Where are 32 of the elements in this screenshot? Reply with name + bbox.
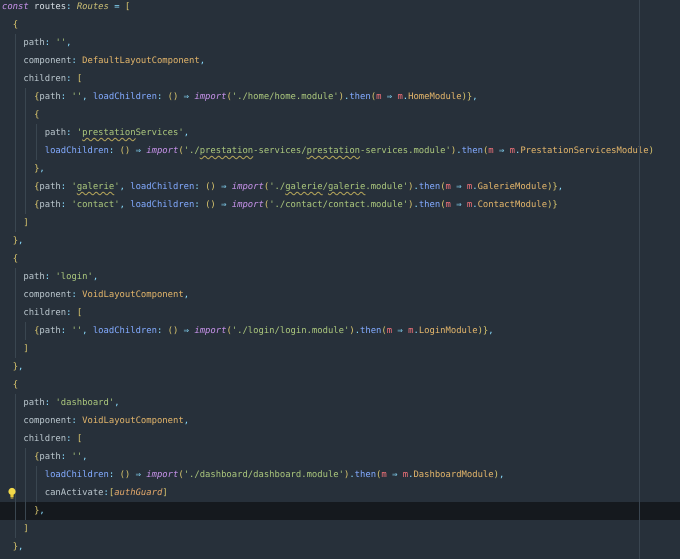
lightbulb-icon[interactable] xyxy=(7,487,17,499)
code-line: {path: '', loadChildren: () ⇒ import('./login/login.module').then(m ⇒ m.LoginModule)}, xyxy=(34,325,494,337)
code-line: { xyxy=(34,109,40,121)
code-line: }, xyxy=(12,361,24,373)
code-line: {path: 'galerie', loadChildren: () ⇒ import('./galerie/galerie.module').then(m ⇒ m.GalerieModule)}, xyxy=(34,181,564,193)
code-line: { xyxy=(12,253,18,265)
code-line: children: [ xyxy=(23,73,82,85)
code-line: path: 'dashboard', xyxy=(23,397,120,409)
code-line: children: [ xyxy=(23,307,82,319)
code-line: path: 'login', xyxy=(23,271,98,283)
code-line: { xyxy=(12,19,18,31)
code-line: {path: '', xyxy=(34,451,88,463)
code-line: }, xyxy=(34,163,45,175)
code-line: }, xyxy=(34,505,45,517)
code-line: component: VoidLayoutComponent, xyxy=(23,415,190,427)
code-line: path: '', xyxy=(23,37,72,49)
code-line: {path: 'contact', loadChildren: () ⇒ import('./contact/contact.module').then(m ⇒ m.ContactModule)} xyxy=(34,199,558,211)
code-line: {path: '', loadChildren: () ⇒ import('./home/home.module').then(m ⇒ m.HomeModule)}, xyxy=(34,91,478,103)
code-line: }, xyxy=(12,541,24,553)
code-line: children: [ xyxy=(23,433,82,445)
code-line: canActivate:[authGuard] xyxy=(44,487,168,499)
code-line: { xyxy=(12,379,18,391)
code-line: }, xyxy=(12,235,24,247)
code-line: component: VoidLayoutComponent, xyxy=(23,289,190,301)
code-line: component: DefaultLayoutComponent, xyxy=(23,55,206,67)
code-line: loadChildren: () ⇒ import('./dashboard/dashboard.module').then(m ⇒ m.DashboardModule), xyxy=(44,469,504,481)
code-line: loadChildren: () ⇒ import('./prestation-services/prestation-services.module').then(m ⇒ m.PrestationServicesModule) xyxy=(44,145,654,157)
code-line: path: 'prestationServices', xyxy=(44,127,190,139)
code-line: ] xyxy=(23,523,29,535)
code-line: const routes: Routes = [ xyxy=(2,1,130,13)
code-line: ] xyxy=(23,217,29,229)
code-line: ] xyxy=(23,343,29,355)
